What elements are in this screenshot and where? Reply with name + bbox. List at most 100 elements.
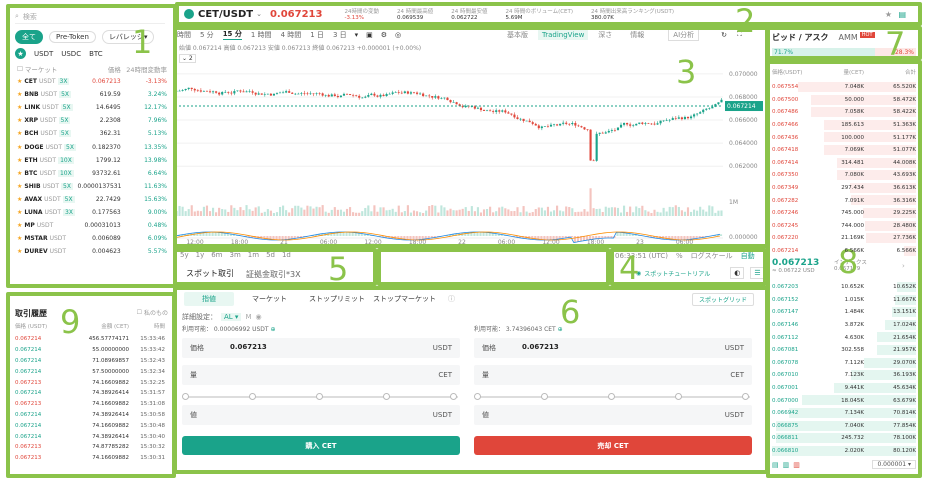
- book-row[interactable]: 0.067500 50.000 58.472K: [772, 94, 916, 107]
- view-tradingview[interactable]: TradingView: [538, 29, 589, 40]
- market-row[interactable]: ★ MP USDT 0.00031013 0.48%: [17, 219, 167, 232]
- my-trades-toggle[interactable]: ☐ 私のもの: [137, 308, 168, 317]
- percent-toggle[interactable]: %: [676, 252, 683, 260]
- book-both-icon[interactable]: ▤: [772, 461, 779, 469]
- search-input[interactable]: 検索: [23, 12, 37, 22]
- range-1d[interactable]: 1d: [282, 251, 291, 259]
- detail-select[interactable]: AL ▾: [221, 313, 242, 321]
- star-icon[interactable]: ★: [17, 196, 22, 203]
- precision-select[interactable]: 0.000001 ▾: [872, 460, 916, 469]
- plus-circle-icon[interactable]: ⊕: [271, 326, 276, 333]
- tab-margin[interactable]: 証拠金取引*3X: [246, 269, 301, 283]
- book-row[interactable]: 0.067282 7.091K 36.316K: [772, 194, 916, 207]
- camera-icon[interactable]: ◎: [395, 31, 401, 39]
- col-price[interactable]: 価格: [81, 64, 121, 74]
- book-row[interactable]: 0.067147 1.484K 13.151K: [772, 306, 916, 319]
- market-row[interactable]: ★ MSTAR USDT 0.006089 6.09%: [17, 232, 167, 245]
- favorites-icon[interactable]: ★: [15, 48, 26, 59]
- buy-price-field[interactable]: 価格 0.067213 USDT: [182, 338, 460, 358]
- interval-1[interactable]: 5 分: [200, 30, 214, 40]
- checkbox-icon[interactable]: ☐: [17, 65, 23, 73]
- tab-bid-ask[interactable]: ビッド / アスク: [772, 32, 829, 43]
- book-row[interactable]: 0.067203 10.652K 10.652K: [772, 281, 916, 294]
- slider-stop[interactable]: [742, 393, 749, 400]
- indicator-icon[interactable]: ▣: [366, 31, 373, 39]
- interval-6[interactable]: 3 日: [333, 30, 347, 40]
- star-icon[interactable]: ★: [17, 157, 22, 164]
- col-market[interactable]: マーケット: [25, 64, 81, 74]
- view-basic[interactable]: 基本版: [507, 30, 528, 40]
- book-row[interactable]: 0.067418 7.069K 51.077K: [772, 144, 916, 157]
- book-ask-icon[interactable]: ▥: [793, 461, 800, 469]
- book-row[interactable]: 0.067436 100.000 51.177K: [772, 131, 916, 144]
- star-icon[interactable]: ★: [17, 130, 22, 137]
- doc-icon[interactable]: ▤: [898, 10, 906, 19]
- market-row[interactable]: ★ ETH USDT 10X 1799.12 13.98%: [17, 154, 167, 167]
- range-1y[interactable]: 1y: [196, 251, 205, 259]
- chevron-right-icon[interactable]: ›: [902, 262, 905, 270]
- interval-3[interactable]: 1 時間: [251, 30, 272, 40]
- market-row[interactable]: ★ AVAX USDT 5X 22.7429 15.63%: [17, 193, 167, 206]
- star-icon[interactable]: ★: [17, 183, 22, 190]
- tutorial-link[interactable]: ◉ スポットチュートリアル: [636, 269, 710, 278]
- star-icon[interactable]: ★: [17, 117, 22, 124]
- book-row[interactable]: 0.067146 3.872K 17.024K: [772, 319, 916, 332]
- sell-qty-field[interactable]: 量 CET: [474, 365, 752, 385]
- market-row[interactable]: ★ XRP USDT 5X 2.2308 7.96%: [17, 114, 167, 127]
- settings-icon[interactable]: ⚙: [381, 31, 387, 39]
- book-row[interactable]: 0.066942 7.134K 70.814K: [772, 407, 916, 420]
- order-stop-market[interactable]: ストップマーケット: [369, 292, 440, 306]
- book-row[interactable]: 0.067112 4.630K 21.654K: [772, 331, 916, 344]
- book-row[interactable]: 0.067350 7.080K 43.693K: [772, 169, 916, 182]
- book-row[interactable]: 0.067078 7.112K 29.070K: [772, 357, 916, 370]
- book-bid-icon[interactable]: ▥: [783, 461, 790, 469]
- range-5y[interactable]: 5y: [180, 251, 189, 259]
- search-box[interactable]: ⌕ 検索: [15, 10, 165, 24]
- book-row[interactable]: 0.066875 7.040K 77.854K: [772, 420, 916, 433]
- order-market[interactable]: マーケット: [234, 292, 305, 306]
- slider-stop[interactable]: [316, 393, 323, 400]
- star-icon[interactable]: ★: [17, 248, 22, 255]
- interval-2[interactable]: 15 分: [222, 29, 242, 40]
- book-row[interactable]: 0.066810 2.020K 80.120K: [772, 445, 916, 458]
- book-row[interactable]: 0.067152 1.015K 11.667K: [772, 294, 916, 307]
- order-stop-limit[interactable]: ストップリミット: [305, 292, 369, 306]
- slider-stop[interactable]: [608, 393, 615, 400]
- order-limit[interactable]: 指値: [184, 292, 234, 306]
- book-row[interactable]: 0.067466 185.613 51.363K: [772, 119, 916, 132]
- market-row[interactable]: ★ CET USDT 3X 0.067213 -3.13%: [17, 75, 167, 88]
- book-row[interactable]: 0.067414 314.481 44.008K: [772, 157, 916, 170]
- book-row[interactable]: 0.067010 7.123K 36.193K: [772, 369, 916, 382]
- tab-usdc[interactable]: USDC: [61, 50, 81, 58]
- book-row[interactable]: 0.067486 7.058K 58.422K: [772, 106, 916, 119]
- eye-icon[interactable]: ◉: [256, 313, 262, 321]
- star-icon[interactable]: ★: [17, 78, 22, 85]
- market-row[interactable]: ★ DOGE USDT 5X 0.182370 13.35%: [17, 140, 167, 153]
- slider-stop[interactable]: [474, 393, 481, 400]
- book-row[interactable]: 0.067245 744.000 28.480K: [772, 220, 916, 233]
- info-icon[interactable]: ⓘ: [448, 294, 455, 304]
- interval-4[interactable]: 4 時間: [281, 30, 302, 40]
- theme-icon[interactable]: ◐: [730, 267, 745, 279]
- star-icon[interactable]: ★: [885, 10, 892, 19]
- star-icon[interactable]: ★: [17, 209, 22, 216]
- star-icon[interactable]: ★: [17, 222, 22, 229]
- star-icon[interactable]: ★: [17, 144, 22, 151]
- col-change[interactable]: 24時間変動率: [121, 64, 167, 74]
- range-5d[interactable]: 5d: [266, 251, 275, 259]
- star-icon[interactable]: ★: [17, 170, 22, 177]
- buy-total-field[interactable]: 値 USDT: [182, 405, 460, 425]
- pair-title[interactable]: CET/USDT: [198, 9, 253, 20]
- market-row[interactable]: ★ LUNA USDT 3X 0.177563 9.00%: [17, 206, 167, 219]
- book-row[interactable]: 0.067000 18.045K 63.679K: [772, 394, 916, 407]
- checkbox-icon[interactable]: ☐: [137, 309, 142, 316]
- sell-total-field[interactable]: 値 USDT: [474, 405, 752, 425]
- book-row[interactable]: 0.066811 245.732 78.100K: [772, 432, 916, 445]
- slider-stop[interactable]: [675, 393, 682, 400]
- range-3m[interactable]: 3m: [230, 251, 241, 259]
- book-row[interactable]: 0.067081 302.558 21.957K: [772, 344, 916, 357]
- book-row[interactable]: 0.067001 9.441K 45.634K: [772, 382, 916, 395]
- slider-stop[interactable]: [450, 393, 457, 400]
- slider-stop[interactable]: [182, 393, 189, 400]
- chevron-down-icon[interactable]: ▾: [355, 31, 359, 39]
